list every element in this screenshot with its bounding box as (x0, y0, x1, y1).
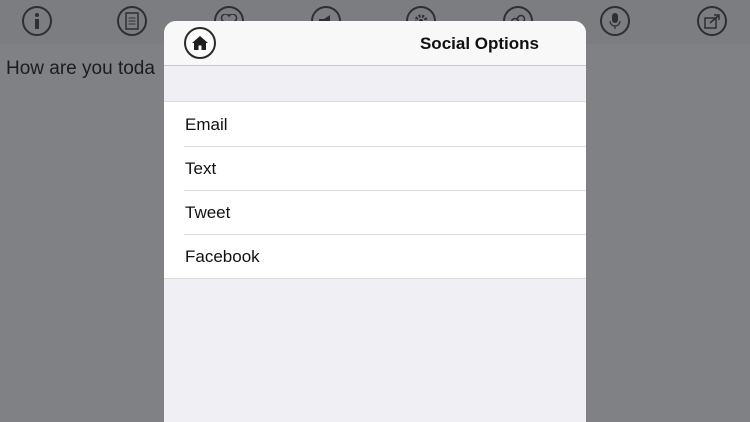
home-button[interactable] (184, 27, 216, 59)
social-options-list: Email Text Tweet Facebook (164, 101, 586, 279)
modal-header: Social Options (164, 21, 586, 66)
option-tweet[interactable]: Tweet (164, 190, 586, 234)
option-facebook[interactable]: Facebook (164, 234, 586, 278)
home-icon (192, 36, 208, 50)
social-options-modal: Social Options Email Text Tweet Facebook (164, 21, 586, 422)
option-label: Text (185, 159, 217, 178)
option-label: Email (185, 115, 228, 134)
option-label: Tweet (185, 203, 231, 222)
modal-title: Social Options (419, 34, 539, 53)
option-email[interactable]: Email (164, 102, 586, 146)
option-text[interactable]: Text (164, 146, 586, 190)
option-label: Facebook (185, 247, 260, 266)
